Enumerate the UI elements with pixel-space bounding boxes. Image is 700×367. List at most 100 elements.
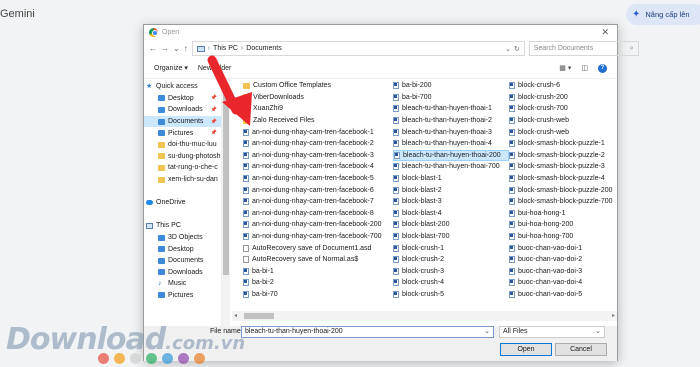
file-item[interactable]: ba-bi-70 — [243, 289, 359, 301]
chevron-down-icon[interactable]: ⌄ — [484, 327, 490, 337]
file-item[interactable]: an-noi-dung-nhay-cam-tren-facebook-5 — [243, 173, 374, 185]
file-item[interactable]: an-noi-dung-nhay-cam-tren-facebook-700 — [243, 231, 382, 243]
back-arrow-icon[interactable]: ← — [149, 44, 157, 53]
file-item[interactable]: block-smash-block-puzzle-4 — [509, 173, 625, 185]
file-item[interactable]: buoc-chan-vao-doi-4 — [509, 277, 625, 289]
cancel-button[interactable]: Cancel — [555, 343, 607, 356]
file-item[interactable]: an-noi-dung-nhay-cam-tren-facebook-2 — [243, 138, 374, 150]
file-item[interactable]: block-crush-2 — [393, 254, 509, 266]
new-folder-button[interactable]: New folder — [198, 65, 231, 72]
file-item[interactable]: an-noi-dung-nhay-cam-tren-facebook-1 — [243, 126, 374, 138]
nav-item[interactable]: OneDrive — [144, 197, 221, 209]
file-item[interactable]: buoc-chan-vao-doi-1 — [509, 242, 625, 254]
file-item[interactable]: block-crush-web — [509, 126, 625, 138]
open-button[interactable]: Open — [500, 343, 552, 356]
nav-item[interactable]: 3D Objects — [144, 232, 221, 244]
chevron-down-icon[interactable]: ⌄ — [505, 45, 511, 53]
file-item[interactable]: block-blast-1 — [393, 173, 509, 185]
nav-item[interactable]: Pictures 📌 — [144, 127, 221, 139]
file-item[interactable]: AutoRecovery save of Document1.asd — [243, 242, 371, 254]
scroll-right-icon[interactable]: ▸ — [612, 312, 615, 319]
file-item[interactable]: Zalo Received Files — [243, 115, 359, 127]
search-input[interactable]: Search Documents ⌕ — [528, 41, 639, 56]
file-item[interactable]: block-blast-4 — [393, 208, 509, 220]
upgrade-button[interactable]: ✦ Nâng cấp lên — [626, 4, 700, 25]
nav-item[interactable]: su-dung-photosh — [144, 151, 221, 163]
nav-item[interactable]: xem-lich-su-dan — [144, 174, 221, 186]
close-icon[interactable]: ✕ — [601, 27, 609, 38]
nav-item[interactable]: Desktop 📌 — [144, 93, 221, 105]
nav-item[interactable]: Desktop — [144, 243, 221, 255]
nav-item[interactable]: Pictures — [144, 290, 221, 302]
nav-item[interactable]: doi-thu-muc-luu — [144, 139, 221, 151]
file-item[interactable]: bleach-tu-than-huyen-thoai-200 — [393, 149, 509, 162]
up-arrow-icon[interactable]: ↑ — [184, 44, 188, 53]
file-item[interactable]: block-crush-700 — [509, 103, 625, 115]
file-item[interactable]: block-crush-200 — [509, 92, 625, 104]
file-item[interactable]: block-crush-4 — [393, 277, 509, 289]
file-item[interactable]: block-crush-1 — [393, 242, 509, 254]
file-item[interactable]: buoc-chan-vao-doi-2 — [509, 254, 625, 266]
file-item[interactable]: buoc-chan-vao-doi-5 — [509, 289, 625, 301]
file-item[interactable]: block-smash-block-puzzle-2 — [509, 150, 625, 162]
file-item[interactable]: an-noi-dung-nhay-cam-tren-facebook-4 — [243, 161, 374, 173]
file-item[interactable]: bui-hoa-hong-1 — [509, 208, 625, 220]
file-item[interactable]: block-crush-5 — [393, 289, 509, 301]
preview-pane-icon[interactable]: ◫ — [581, 64, 588, 72]
forward-arrow-icon[interactable]: → — [161, 44, 169, 53]
refresh-icon[interactable]: ↻ — [514, 45, 520, 53]
file-type-select[interactable]: All Files ⌄ — [499, 326, 605, 338]
file-item[interactable]: ba-bi-2 — [243, 277, 359, 289]
nav-item[interactable]: ♪ Music — [144, 278, 221, 290]
breadcrumb-documents[interactable]: Documents — [246, 45, 281, 52]
file-item[interactable]: bleach-tu-than-huyen-thoai-1 — [393, 103, 509, 115]
help-icon[interactable]: ? — [598, 63, 607, 73]
view-options-icon[interactable]: ▦ ▾ — [559, 64, 571, 72]
file-item[interactable]: an-noi-dung-nhay-cam-tren-facebook-7 — [243, 196, 374, 208]
file-item[interactable]: block-smash-block-puzzle-3 — [509, 161, 625, 173]
address-bar[interactable]: › This PC › Documents ⌄ ↻ — [191, 41, 525, 56]
horizontal-scrollbar[interactable]: ◂ ▸ — [232, 311, 617, 321]
file-item[interactable]: bui-hoa-hong-700 — [509, 231, 625, 243]
file-item[interactable]: buoc-chan-vao-doi-3 — [509, 266, 625, 278]
nav-item[interactable]: Downloads — [144, 267, 221, 279]
file-item[interactable]: XuanZhi9 — [243, 103, 359, 115]
nav-item[interactable]: This PC — [144, 220, 221, 232]
breadcrumb-this-pc[interactable]: This PC — [213, 45, 238, 52]
nav-item[interactable]: Documents — [144, 255, 221, 267]
scroll-left-icon[interactable]: ◂ — [234, 312, 237, 319]
scrollbar-thumb[interactable] — [244, 313, 274, 319]
file-item[interactable]: block-crush-6 — [509, 80, 625, 92]
file-item[interactable]: Custom Office Templates — [243, 80, 359, 92]
nav-item[interactable]: Downloads 📌 — [144, 104, 221, 116]
file-item[interactable]: block-blast-2 — [393, 184, 509, 196]
file-item[interactable]: an-noi-dung-nhay-cam-tren-facebook-200 — [243, 219, 382, 231]
organize-button[interactable]: Organize ▾ — [154, 64, 188, 72]
file-item[interactable]: bui-hoa-hong-200 — [509, 219, 625, 231]
file-item[interactable]: bleach-tu-than-huyen-thoai-3 — [393, 126, 509, 138]
file-item[interactable]: AutoRecovery save of Normal.as$ — [243, 254, 359, 266]
file-item[interactable]: block-smash-block-puzzle-1 — [509, 138, 625, 150]
nav-scrollbar[interactable] — [222, 79, 230, 326]
chevron-down-icon[interactable]: ⌄ — [173, 44, 180, 53]
file-item[interactable]: block-smash-block-puzzle-200 — [509, 184, 625, 196]
file-item[interactable]: ba-bi-200 — [393, 80, 509, 92]
file-item[interactable]: ViberDownloads — [243, 92, 359, 104]
nav-item[interactable]: Documents 📌 — [144, 115, 221, 128]
file-item[interactable]: an-noi-dung-nhay-cam-tren-facebook-8 — [243, 208, 374, 220]
file-item[interactable]: bleach-tu-than-huyen-thoai-2 — [393, 115, 509, 127]
nav-item[interactable]: ★ Quick access — [144, 81, 221, 93]
file-item[interactable]: bleach-tu-than-huyen-thoai-4 — [393, 138, 509, 150]
file-item[interactable]: an-noi-dung-nhay-cam-tren-facebook-6 — [243, 184, 374, 196]
file-item[interactable]: block-crush-3 — [393, 266, 509, 278]
file-item[interactable]: block-blast-700 — [393, 231, 509, 243]
file-item[interactable]: ba-bi-1 — [243, 266, 359, 278]
file-name-input[interactable]: bleach-tu-than-huyen-thoai-200 ⌄ — [241, 326, 494, 338]
file-item[interactable]: an-noi-dung-nhay-cam-tren-facebook-3 — [243, 150, 374, 162]
scrollbar-thumb[interactable] — [223, 85, 229, 275]
file-item[interactable]: block-blast-200 — [393, 219, 509, 231]
file-item[interactable]: block-crush-web — [509, 115, 625, 127]
file-item[interactable]: bleach-tu-than-huyen-thoai-700 — [393, 161, 509, 173]
file-item[interactable]: ba-bi-700 — [393, 92, 509, 104]
file-item[interactable]: block-blast-3 — [393, 196, 509, 208]
